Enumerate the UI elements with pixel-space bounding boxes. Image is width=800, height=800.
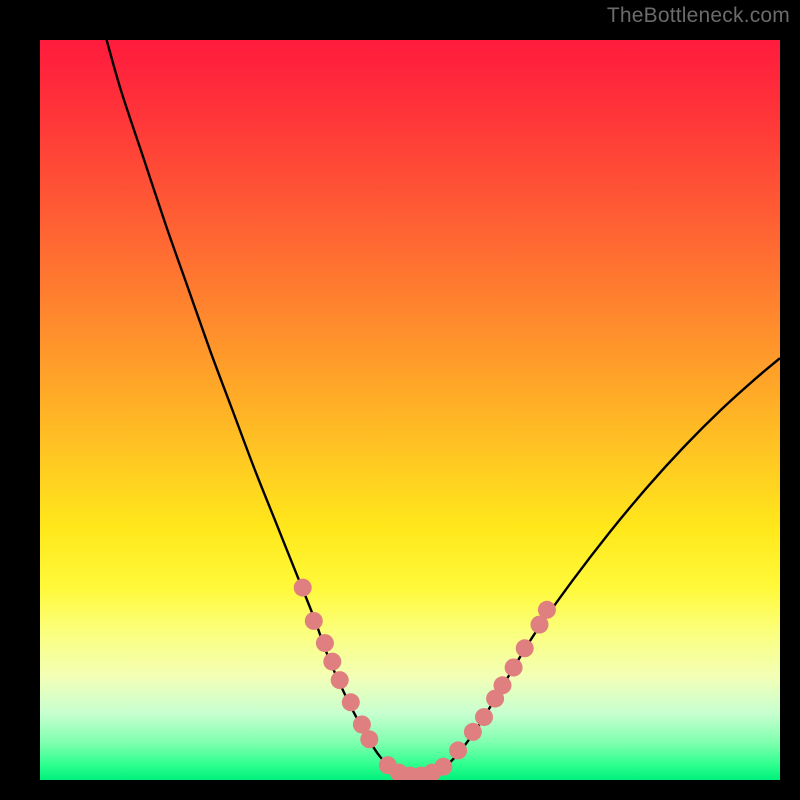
data-marker xyxy=(475,708,493,726)
data-marker xyxy=(434,758,452,776)
data-marker xyxy=(464,723,482,741)
data-marker xyxy=(305,612,323,630)
data-marker xyxy=(360,730,378,748)
watermark-text: TheBottleneck.com xyxy=(607,4,790,28)
data-marker xyxy=(323,653,341,671)
data-marker xyxy=(505,659,523,677)
data-marker xyxy=(316,634,334,652)
data-marker xyxy=(294,579,312,597)
data-marker xyxy=(538,601,556,619)
bottleneck-curve xyxy=(107,40,780,777)
data-marker xyxy=(342,693,360,711)
chart-svg xyxy=(40,40,780,780)
data-marker xyxy=(331,671,349,689)
data-marker xyxy=(516,639,534,657)
data-marker xyxy=(449,741,467,759)
data-marker xyxy=(494,676,512,694)
chart-frame: TheBottleneck.com xyxy=(0,0,800,800)
plot-area xyxy=(40,40,780,780)
marker-group xyxy=(294,579,556,780)
